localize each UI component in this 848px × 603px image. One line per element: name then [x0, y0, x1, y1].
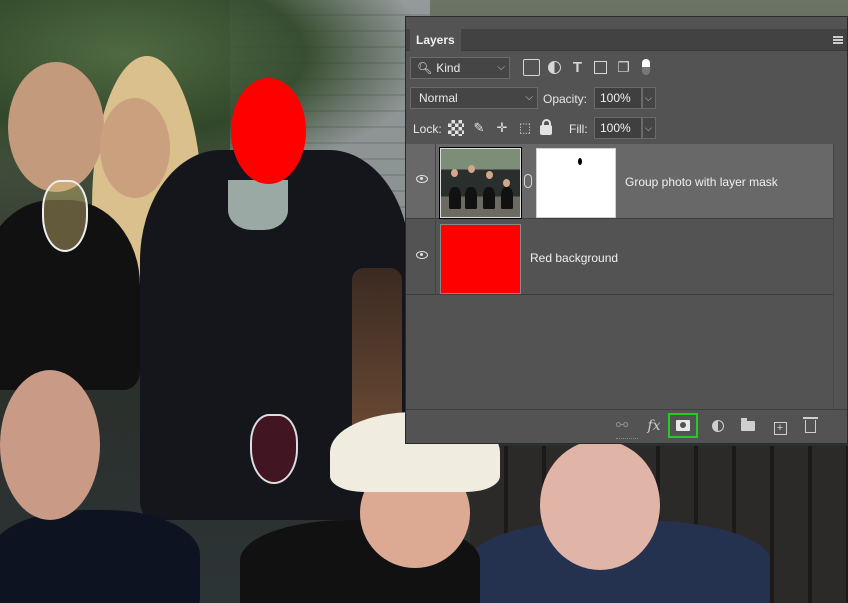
type-filter-icon[interactable]: T — [569, 59, 586, 76]
kind-label: Kind — [436, 61, 461, 75]
plus-glyph: + — [773, 422, 787, 435]
fx-icon[interactable]: fx — [644, 417, 664, 435]
blend-mode-value: Normal — [419, 91, 458, 105]
add-layer-mask-icon[interactable] — [668, 413, 698, 438]
shape-filter-icon[interactable] — [594, 61, 607, 74]
kind-filter-select[interactable]: 🔍︎ Kind ⌵ — [410, 57, 510, 79]
layer-name[interactable]: Red background — [530, 251, 618, 265]
thumb-person — [449, 187, 461, 209]
thumb-person — [501, 187, 513, 209]
layers-footer-toolbar: ⚯ fx + — [406, 409, 847, 443]
lock-label: Lock: — [413, 122, 442, 136]
chevron-down-icon: ⌵ — [497, 62, 505, 73]
mask-glyph — [676, 420, 690, 431]
red-wine-glass — [250, 414, 298, 484]
layer-name[interactable]: Group photo with layer mask — [625, 175, 778, 189]
thumb-face — [451, 169, 458, 177]
chevron-down-icon: ⌵ — [525, 92, 533, 103]
new-group-icon[interactable] — [738, 417, 758, 435]
lock-artboard-icon[interactable]: ⬚ — [517, 120, 533, 136]
white-wine-glass — [42, 180, 88, 252]
layer-row-red-background[interactable]: Red background — [406, 220, 834, 295]
lock-transparency-icon[interactable] — [448, 120, 464, 136]
trash-glyph — [802, 417, 818, 433]
opacity-label: Opacity: — [543, 92, 588, 106]
old-man-shirt — [0, 510, 200, 603]
adjustment-glyph — [712, 420, 724, 432]
divider — [435, 144, 436, 219]
tab-layers[interactable]: Layers — [410, 29, 461, 51]
blend-row: Normal ⌵ Opacity: 100% ⌵ — [406, 87, 847, 111]
visibility-eye-icon[interactable] — [416, 175, 428, 183]
lock-all-icon[interactable] — [540, 119, 552, 135]
man-collar — [228, 180, 288, 230]
old-man-face — [0, 370, 100, 520]
fill-label: Fill: — [569, 122, 588, 136]
panel-tab-bar: Layers — [406, 29, 847, 51]
resize-grip[interactable] — [616, 438, 638, 441]
man-left-face — [8, 62, 104, 192]
layer-row-group-photo[interactable]: Group photo with layer mask — [406, 144, 834, 219]
filter-toggle-icon[interactable] — [642, 59, 650, 75]
thumb-face — [468, 165, 475, 173]
filter-row: 🔍︎ Kind ⌵ T ❐ — [406, 57, 847, 81]
visibility-eye-icon[interactable] — [416, 251, 428, 259]
adjustment-layer-icon[interactable] — [708, 417, 728, 435]
mask-link-icon[interactable] — [524, 174, 532, 188]
lock-position-icon[interactable]: ✛ — [494, 120, 510, 136]
panel-menu-icon[interactable] — [833, 36, 843, 44]
lock-image-icon[interactable]: ✎ — [471, 120, 487, 136]
delete-layer-icon[interactable] — [800, 417, 820, 435]
blend-mode-select[interactable]: Normal ⌵ — [410, 87, 538, 109]
lock-icons: ✎ ✛ ⬚ — [448, 119, 552, 136]
layer-thumbnail-photo[interactable] — [439, 147, 522, 219]
layers-panel: Layers 🔍︎ Kind ⌵ T ❐ Normal ⌵ Opacity: 10… — [405, 16, 848, 444]
layer-thumbnail-red[interactable] — [440, 224, 521, 294]
opacity-field[interactable]: 100% — [594, 87, 642, 109]
lock-row: Lock: ✎ ✛ ⬚ Fill: 100% ⌵ — [406, 117, 847, 141]
pixel-filter-icon[interactable] — [523, 59, 540, 76]
thumb-person — [483, 187, 495, 209]
link-layers-icon[interactable]: ⚯ — [612, 417, 632, 435]
red-background-hole — [231, 78, 306, 184]
layer-mask-thumbnail[interactable] — [536, 148, 616, 218]
folder-glyph — [741, 418, 755, 431]
filter-icons: T ❐ — [523, 59, 650, 76]
woman-face — [100, 98, 170, 198]
smart-object-filter-icon[interactable]: ❐ — [615, 59, 632, 76]
fill-field[interactable]: 100% — [594, 117, 642, 139]
search-icon: 🔍︎ — [417, 61, 433, 75]
laughing-man-face — [540, 440, 660, 570]
thumb-face — [486, 171, 493, 179]
adjustment-filter-icon[interactable] — [548, 61, 561, 74]
new-layer-icon[interactable]: + — [770, 417, 790, 435]
fill-dropdown-icon[interactable]: ⌵ — [642, 117, 656, 139]
mask-hole — [578, 158, 582, 165]
opacity-dropdown-icon[interactable]: ⌵ — [642, 87, 656, 109]
divider — [435, 220, 436, 295]
thumb-face — [503, 179, 510, 187]
thumb-person — [465, 187, 477, 209]
scrollbar[interactable] — [833, 144, 847, 409]
